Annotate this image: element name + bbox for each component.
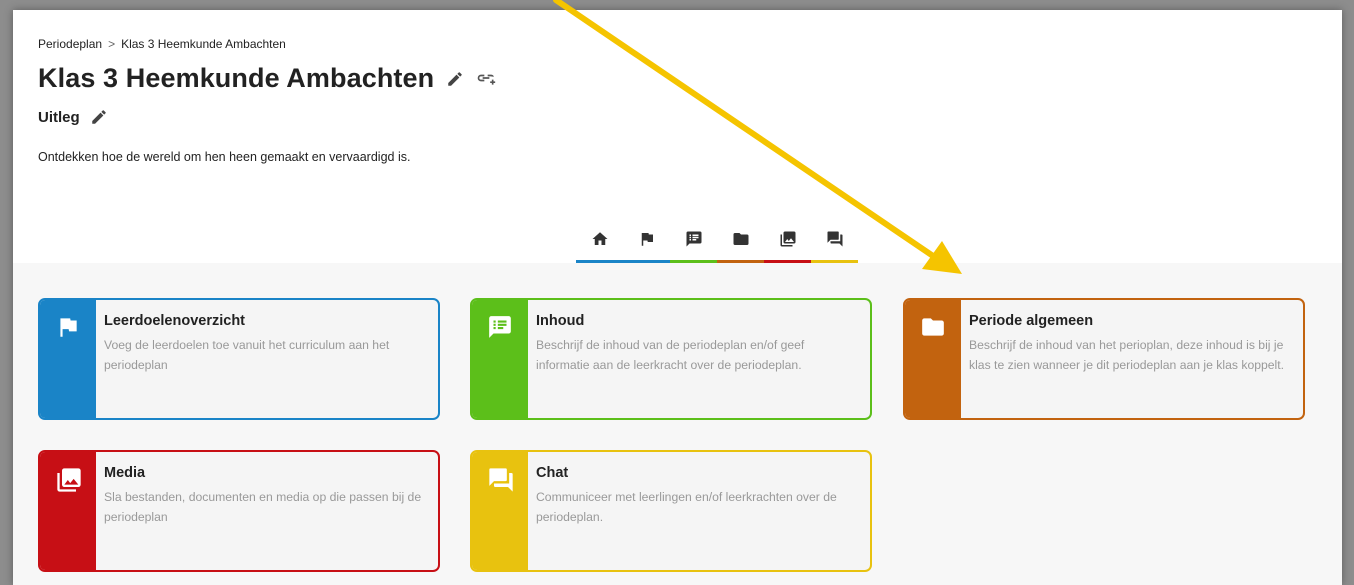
- card-title: Leerdoelenoverzicht: [104, 313, 246, 329]
- card-description: Communiceer met leerlingen en/of leerkra…: [536, 490, 837, 524]
- card-chat[interactable]: Chat Communiceer met leerlingen en/of le…: [470, 450, 872, 572]
- tab-home[interactable]: [576, 228, 623, 263]
- card-description: Voeg de leerdoelen toe vanuit het curric…: [104, 338, 390, 372]
- tab-periode-algemeen[interactable]: [717, 228, 764, 263]
- flag-icon: [641, 233, 653, 246]
- tab-indicator: [811, 260, 858, 263]
- breadcrumb-current: Klas 3 Heemkunde Ambachten: [121, 37, 286, 51]
- card-stripe: [905, 300, 961, 418]
- breadcrumb: Periodeplan > Klas 3 Heemkunde Ambachten: [38, 37, 286, 51]
- tab-indicator: [717, 260, 764, 263]
- tab-chat[interactable]: [811, 228, 858, 263]
- card-periode-algemeen[interactable]: Periode algemeen Beschrijf de inhoud van…: [903, 298, 1305, 420]
- home-icon: [592, 232, 607, 245]
- card-title: Periode algemeen: [969, 313, 1094, 329]
- tab-inhoud[interactable]: [670, 228, 717, 263]
- card-stripe: [472, 452, 528, 570]
- tab-media[interactable]: [764, 228, 811, 263]
- tab-indicator: [670, 260, 717, 263]
- tab-indicator: [623, 260, 670, 263]
- list-icon: [686, 231, 701, 247]
- card-media[interactable]: Media Sla bestanden, documenten en media…: [38, 450, 440, 572]
- breadcrumb-separator: >: [108, 37, 116, 51]
- chat-icon: [489, 468, 513, 492]
- card-stripe: [40, 452, 96, 570]
- media-icon: [780, 231, 795, 247]
- title-row: Klas 3 Heemkunde Ambachten: [38, 63, 496, 94]
- card-inhoud[interactable]: Inhoud Beschrijf de inhoud van de period…: [470, 298, 872, 420]
- card-description: Beschrijf de inhoud van de periodeplan e…: [536, 338, 805, 372]
- folder-icon: [922, 318, 944, 336]
- section-title: Uitleg: [38, 108, 80, 126]
- card-stripe: [472, 300, 528, 418]
- section-row: Uitleg: [38, 108, 108, 126]
- card-leerdoelenoverzicht[interactable]: Leerdoelenoverzicht Voeg de leerdoelen t…: [38, 298, 440, 420]
- chat-icon: [827, 231, 842, 247]
- card-description: Sla bestanden, documenten en media op di…: [104, 490, 422, 524]
- tab-indicator: [576, 260, 623, 263]
- media-icon: [57, 468, 81, 492]
- flag-icon: [60, 318, 77, 337]
- card-title: Inhoud: [536, 313, 585, 329]
- tab-bar: [576, 228, 858, 263]
- card-title: Media: [104, 465, 146, 481]
- card-stripe: [40, 300, 96, 418]
- header: Periodeplan > Klas 3 Heemkunde Ambachten…: [13, 10, 1342, 263]
- breadcrumb-root[interactable]: Periodeplan: [38, 37, 102, 51]
- tab-leerdoelen[interactable]: [623, 228, 670, 263]
- page-title: Klas 3 Heemkunde Ambachten: [38, 63, 435, 93]
- tab-indicator: [764, 260, 811, 263]
- list-icon: [489, 316, 511, 338]
- edit-section-pencil-icon[interactable]: [90, 108, 108, 126]
- card-title: Chat: [536, 465, 569, 481]
- section-description: Ontdekken hoe de wereld om hen heen gema…: [38, 150, 411, 164]
- card-description: Beschrijf de inhoud van het perioplan, d…: [969, 338, 1285, 372]
- add-link-icon[interactable]: [476, 70, 496, 88]
- edit-title-pencil-icon[interactable]: [446, 70, 464, 88]
- folder-icon: [733, 233, 748, 245]
- page: Periodeplan > Klas 3 Heemkunde Ambachten…: [13, 10, 1342, 585]
